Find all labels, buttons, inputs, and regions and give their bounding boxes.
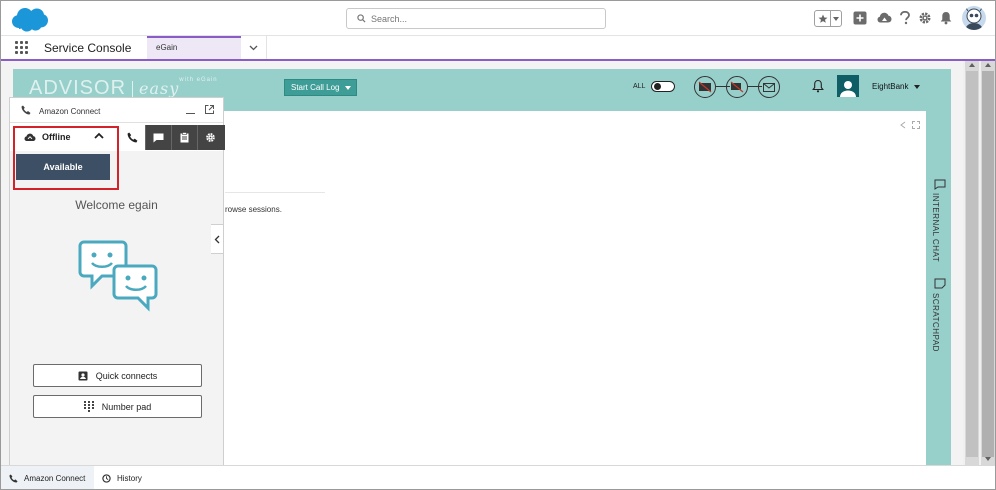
page-scrollbar[interactable] bbox=[963, 61, 995, 465]
browse-sessions-text: rowse sessions. bbox=[225, 205, 282, 214]
caret-down-icon bbox=[914, 84, 921, 89]
number-pad-label: Number pad bbox=[101, 401, 152, 412]
help-icon[interactable] bbox=[896, 9, 914, 27]
quick-connects-button[interactable]: Quick connects bbox=[33, 364, 202, 387]
utility-amazon-connect[interactable]: Amazon Connect bbox=[1, 466, 94, 489]
divider bbox=[225, 192, 325, 193]
tab-label: eGain bbox=[156, 43, 178, 52]
salesforce-logo[interactable] bbox=[11, 6, 49, 32]
content-controls bbox=[900, 121, 920, 129]
all-label: ALL bbox=[633, 83, 646, 90]
internal-chat-tab[interactable]: INTERNAL CHAT bbox=[931, 193, 940, 262]
call-log-label: Start Call Log bbox=[291, 83, 340, 92]
quick-connects-label: Quick connects bbox=[95, 370, 158, 381]
agent-avatar[interactable] bbox=[837, 75, 859, 97]
clock-icon bbox=[102, 474, 111, 483]
tenant-selector[interactable]: EightBank bbox=[872, 82, 921, 91]
tab-menu-chevron-icon[interactable] bbox=[241, 36, 267, 59]
amazon-connect-panel: Amazon Connect Offline Available Welcome… bbox=[9, 97, 225, 465]
amazon-connect-title: Amazon Connect bbox=[39, 107, 101, 116]
advisor-logo-easy: easy bbox=[139, 79, 180, 98]
gear-icon[interactable] bbox=[916, 9, 934, 27]
phone-tab-icon[interactable] bbox=[119, 125, 145, 150]
scroll-up-arrow-icon[interactable] bbox=[969, 63, 975, 67]
phone-icon bbox=[9, 474, 18, 483]
chevron-left-icon bbox=[214, 235, 220, 243]
number-pad-button[interactable]: Number pad bbox=[33, 395, 202, 418]
notifications-bell-icon[interactable] bbox=[812, 79, 824, 93]
keypad-icon bbox=[83, 401, 94, 412]
scroll-thumb-outer[interactable] bbox=[982, 71, 994, 457]
global-search[interactable] bbox=[346, 8, 606, 29]
welcome-message: Welcome egain bbox=[75, 198, 158, 212]
collapse-left-icon[interactable] bbox=[900, 121, 906, 129]
phone-icon bbox=[21, 105, 31, 115]
softphone-toolbar bbox=[119, 125, 225, 150]
search-input[interactable] bbox=[371, 11, 599, 26]
minimize-icon[interactable] bbox=[186, 113, 195, 114]
app-name: Service Console bbox=[44, 41, 132, 55]
side-rail: INTERNAL CHAT SCRATCHPAD bbox=[926, 179, 951, 419]
settings-gear-icon[interactable] bbox=[197, 125, 223, 150]
scroll-down-arrow-icon[interactable] bbox=[985, 457, 991, 461]
utility-bar: Amazon Connect History bbox=[1, 465, 995, 489]
utility-history[interactable]: History bbox=[94, 466, 164, 489]
scratchpad-icon[interactable] bbox=[934, 278, 946, 289]
advisor-logo-with: with eGain bbox=[179, 77, 218, 83]
all-toggle[interactable] bbox=[651, 81, 675, 92]
global-header bbox=[1, 1, 995, 36]
tenant-label: EightBank bbox=[872, 82, 909, 91]
user-avatar[interactable] bbox=[962, 6, 986, 30]
app-launcher-icon[interactable] bbox=[15, 41, 29, 55]
amazon-connect-header: Amazon Connect bbox=[10, 98, 223, 123]
start-call-log-button[interactable]: Start Call Log bbox=[284, 79, 357, 96]
scroll-thumb[interactable] bbox=[966, 71, 978, 457]
email-channel-icon[interactable] bbox=[758, 76, 780, 98]
favorites-button[interactable] bbox=[814, 10, 842, 27]
navigation-bar: Service Console eGain bbox=[1, 36, 995, 61]
utility-amazon-connect-label: Amazon Connect bbox=[24, 474, 86, 483]
highlight-box bbox=[13, 126, 119, 190]
chat-tab-icon[interactable] bbox=[145, 125, 171, 150]
scratchpad-tab[interactable]: SCRATCHPAD bbox=[931, 293, 940, 352]
expand-icon[interactable] bbox=[912, 121, 920, 129]
favorites-list-chevron-icon[interactable] bbox=[831, 11, 841, 26]
app-window: Service Console eGain ADVISOR easywith eG… bbox=[0, 0, 996, 490]
scroll-up-arrow-icon[interactable] bbox=[985, 63, 991, 67]
chat-bubbles-illustration bbox=[78, 240, 158, 312]
popout-icon[interactable] bbox=[205, 105, 214, 114]
caret-down-icon bbox=[345, 85, 352, 90]
contact-book-icon bbox=[78, 371, 88, 380]
internal-chat-icon[interactable] bbox=[934, 179, 946, 190]
video-channel-disabled-icon[interactable] bbox=[694, 76, 716, 98]
clipboard-tab-icon[interactable] bbox=[171, 125, 197, 150]
chat-channel-disabled-icon[interactable] bbox=[726, 76, 748, 98]
advisor-logo-text: ADVISOR bbox=[29, 77, 127, 99]
add-icon[interactable] bbox=[851, 9, 869, 27]
favorites-star-icon[interactable] bbox=[815, 11, 831, 26]
utility-history-label: History bbox=[117, 474, 142, 483]
trailhead-icon[interactable] bbox=[875, 9, 893, 27]
bell-icon[interactable] bbox=[937, 9, 955, 27]
tab-egain[interactable]: eGain bbox=[147, 36, 241, 59]
search-icon bbox=[357, 14, 366, 23]
collapse-panel-button[interactable] bbox=[211, 224, 224, 254]
